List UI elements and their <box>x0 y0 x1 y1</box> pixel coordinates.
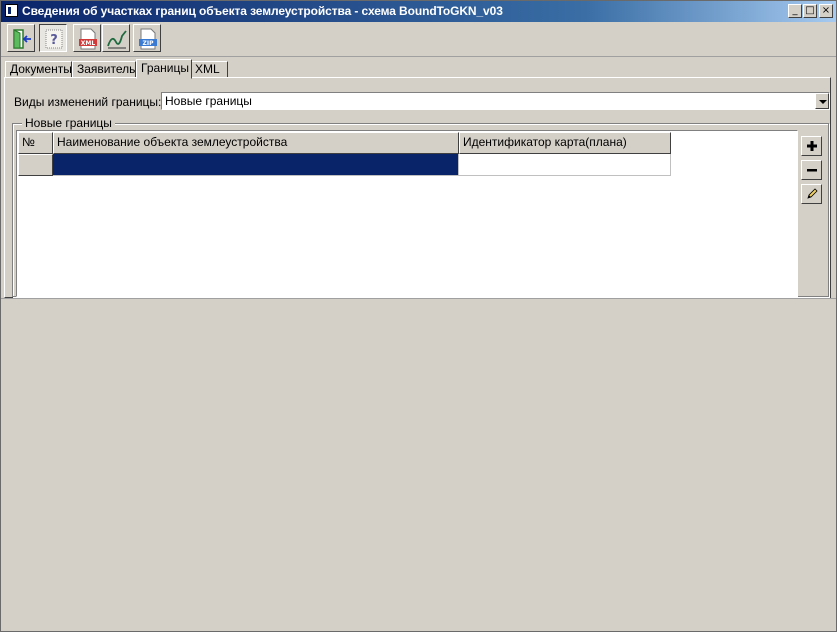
edit-row-button[interactable] <box>801 184 822 204</box>
export-xml-button[interactable]: XML <box>73 24 101 52</box>
export-zip-button[interactable]: ZIP <box>133 24 161 52</box>
minimize-button[interactable]: _ <box>788 4 802 18</box>
cell-map-id[interactable] <box>459 154 671 176</box>
zip-badge: ZIP <box>143 40 155 47</box>
tab-boundaries[interactable]: Границы <box>136 59 192 79</box>
edit-pencil-icon <box>807 188 818 199</box>
add-row-button[interactable] <box>801 136 822 156</box>
column-header-name[interactable]: Наименование объекта землеустройства <box>53 132 459 154</box>
remove-row-button[interactable] <box>801 160 822 180</box>
tab-documents[interactable]: Документы <box>5 61 72 78</box>
group-title: Новые границы <box>22 116 115 130</box>
change-kind-value: Новые границы <box>165 94 252 108</box>
dropdown-arrow-icon[interactable] <box>815 93 829 109</box>
tab-applicant[interactable]: Заявитель <box>72 61 136 78</box>
change-kind-select[interactable]: Новые границы <box>161 92 830 110</box>
exit-door-icon <box>13 29 31 49</box>
main-window: Сведения об участках границ объекта земл… <box>0 0 837 632</box>
window-title: Сведения об участках границ объекта земл… <box>22 4 503 18</box>
remove-icon <box>807 169 817 172</box>
change-kind-label: Виды изменений границы: <box>14 95 162 109</box>
app-icon[interactable] <box>5 4 18 17</box>
close-button[interactable]: × <box>819 4 833 18</box>
toolbar: ? XML ZIP <box>1 22 836 56</box>
tab-xml[interactable]: XML <box>190 61 228 78</box>
help-button[interactable]: ? <box>39 24 67 52</box>
cell-name-selected[interactable] <box>53 154 459 176</box>
zip-file-icon: ZIP <box>139 28 157 50</box>
xml-badge: XML <box>81 40 96 47</box>
column-header-number[interactable]: № <box>18 132 53 154</box>
toolbar-divider <box>1 56 836 57</box>
panel-bottom-edge <box>1 298 836 299</box>
title-bar[interactable]: Сведения об участках границ объекта земл… <box>1 1 836 22</box>
column-header-map-id[interactable]: Идентификатор карта(плана) <box>459 132 671 154</box>
exit-button[interactable] <box>7 24 35 52</box>
svg-text:?: ? <box>50 33 58 48</box>
add-icon <box>807 141 817 151</box>
maximize-button[interactable]: □ <box>803 4 817 18</box>
row-indicator[interactable] <box>18 154 53 176</box>
help-icon: ? <box>45 29 63 49</box>
boundaries-table[interactable]: № Наименование объекта землеустройства И… <box>16 130 798 297</box>
xml-file-icon: XML <box>79 28 97 50</box>
sign-button[interactable] <box>102 24 130 52</box>
sign-icon <box>107 30 127 49</box>
